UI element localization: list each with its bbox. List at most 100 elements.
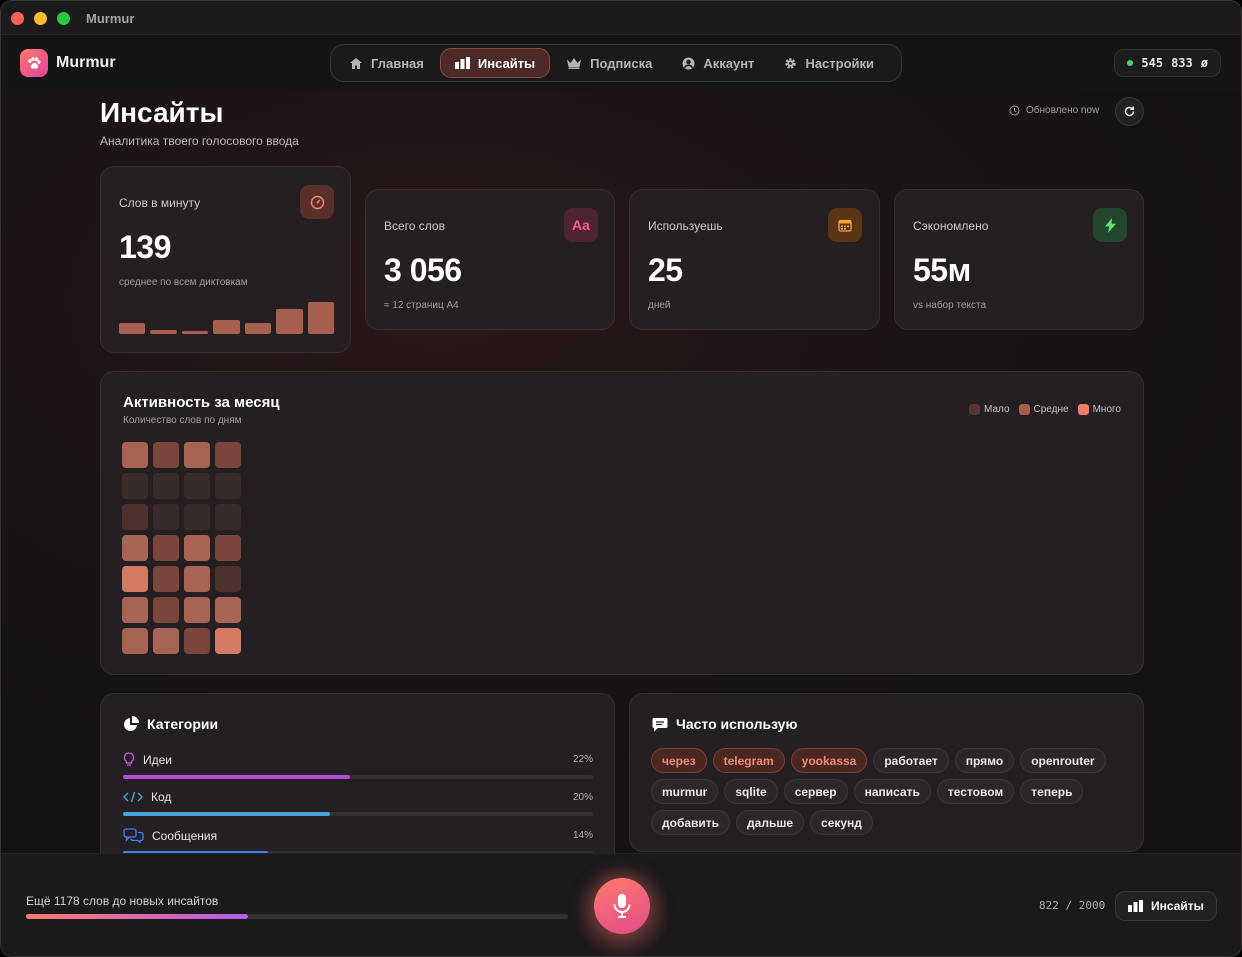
zoom-window-button[interactable] xyxy=(57,12,70,25)
updated-text: Обновлено now xyxy=(1026,105,1100,116)
activity-card: Активность за месяц Количество слов по д… xyxy=(100,371,1144,675)
word-tag[interactable]: теперь xyxy=(1020,779,1084,804)
heatmap-cell[interactable] xyxy=(122,628,148,654)
stat-value: 55м xyxy=(913,252,971,288)
heatmap-cell[interactable] xyxy=(215,566,241,592)
top-navigation: Murmur Главная Инсайты Подписка Аккаунт … xyxy=(1,35,1241,91)
minimize-window-button[interactable] xyxy=(34,12,47,25)
close-window-button[interactable] xyxy=(11,12,24,25)
word-tag[interactable]: sqlite xyxy=(724,779,778,804)
nav-label: Подписка xyxy=(590,55,653,71)
page-title: Инсайты xyxy=(100,97,224,128)
heatmap-cell[interactable] xyxy=(153,504,179,530)
word-counter[interactable]: 545 833 ø xyxy=(1114,49,1221,77)
refresh-button[interactable] xyxy=(1115,97,1144,126)
nav-item-account[interactable]: Аккаунт xyxy=(668,48,768,78)
heatmap-cell[interactable] xyxy=(122,504,148,530)
heatmap-cell[interactable] xyxy=(184,504,210,530)
stat-note: vs набор текста xyxy=(913,300,987,311)
insights-button[interactable]: Инсайты xyxy=(1115,891,1217,921)
bottom-bar: Ещё 1178 слов до новых инсайтов 822 / 20… xyxy=(1,853,1241,956)
bar-chart-icon xyxy=(454,57,470,69)
heatmap-cell[interactable] xyxy=(184,597,210,623)
nav-item-home[interactable]: Главная xyxy=(335,48,438,78)
word-tag[interactable]: работает xyxy=(873,748,949,773)
word-tag[interactable]: yookassa xyxy=(790,748,868,773)
word-tag[interactable]: добавить xyxy=(651,810,731,835)
record-mic-button[interactable] xyxy=(594,878,650,934)
heatmap-cell[interactable] xyxy=(153,473,179,499)
heatmap-cell[interactable] xyxy=(215,535,241,561)
heatmap-cell[interactable] xyxy=(122,597,148,623)
category-bar xyxy=(123,775,593,779)
word-tag[interactable]: написать xyxy=(853,779,931,804)
nav-item-subscription[interactable]: Подписка xyxy=(552,48,666,78)
user-circle-icon xyxy=(682,57,695,69)
word-tag[interactable]: openrouter xyxy=(1020,748,1106,773)
speedometer-icon xyxy=(300,185,334,219)
word-tag[interactable]: дальше xyxy=(736,810,805,835)
heatmap-cell[interactable] xyxy=(184,628,210,654)
stat-value: 3 056 xyxy=(384,252,462,288)
legend-item-low: Мало xyxy=(969,404,1010,415)
heatmap-cell[interactable] xyxy=(184,473,210,499)
app-window: Murmur Murmur Главная Инсайты Подписка А… xyxy=(0,0,1242,957)
activity-title: Активность за месяц xyxy=(123,394,280,411)
word-tag[interactable]: сервер xyxy=(783,779,848,804)
paw-logo-icon xyxy=(20,49,48,77)
heatmap-cell[interactable] xyxy=(122,566,148,592)
heatmap-cell[interactable] xyxy=(153,628,179,654)
stat-card-saved: Сэкономлено 55м vs набор текста xyxy=(894,189,1144,330)
legend-swatch xyxy=(969,404,981,415)
category-name: Код xyxy=(151,790,172,804)
heatmap-cell[interactable] xyxy=(184,566,210,592)
heatmap-cell[interactable] xyxy=(215,473,241,499)
heatmap-cell[interactable] xyxy=(153,597,179,623)
heatmap-cell[interactable] xyxy=(122,473,148,499)
category-row-code[interactable]: Код 20% xyxy=(123,790,593,816)
insights-progress-text: Ещё 1178 слов до новых инсайтов xyxy=(26,894,219,908)
heatmap-cell[interactable] xyxy=(153,535,179,561)
heatmap-cell[interactable] xyxy=(153,442,179,468)
heatmap-cell[interactable] xyxy=(215,504,241,530)
category-percent: 14% xyxy=(572,830,593,841)
stat-note: дней xyxy=(648,300,671,311)
counter-symbol: ø xyxy=(1200,56,1208,70)
heatmap-cell[interactable] xyxy=(184,535,210,561)
word-tag[interactable]: прямо xyxy=(954,748,1015,773)
category-name: Сообщения xyxy=(152,828,218,843)
counter-right: 833 xyxy=(1171,56,1193,70)
nav-item-insights[interactable]: Инсайты xyxy=(439,48,551,78)
word-tag[interactable]: telegram xyxy=(712,748,785,773)
word-tag[interactable]: тестовом xyxy=(936,779,1015,804)
category-row-ideas[interactable]: Идеи 22% xyxy=(123,752,593,779)
window-title: Murmur xyxy=(86,11,135,26)
nav-label: Аккаунт xyxy=(703,55,755,71)
heatmap-cell[interactable] xyxy=(184,442,210,468)
nav-item-settings[interactable]: Настройки xyxy=(770,48,888,78)
stat-card-days: Используешь 25 дней xyxy=(629,189,880,330)
heatmap-cell[interactable] xyxy=(215,442,241,468)
crown-icon xyxy=(567,58,582,69)
heatmap-cell[interactable] xyxy=(122,535,148,561)
legend-label: Много xyxy=(1092,404,1121,415)
chat-bubbles-icon xyxy=(123,828,144,843)
word-tag[interactable]: секунд xyxy=(810,810,873,835)
heatmap-cell[interactable] xyxy=(215,628,241,654)
brand[interactable]: Murmur xyxy=(20,49,116,77)
word-tag[interactable]: murmur xyxy=(651,779,719,804)
brand-name: Murmur xyxy=(56,54,116,71)
pie-chart-icon xyxy=(124,716,139,731)
word-tag[interactable]: через xyxy=(651,748,707,773)
heatmap-cell[interactable] xyxy=(215,597,241,623)
refresh-icon xyxy=(1124,106,1135,117)
stat-value: 25 xyxy=(648,252,683,288)
legend-swatch xyxy=(1018,404,1030,415)
heatmap-cell[interactable] xyxy=(153,566,179,592)
frequent-title: Часто использую xyxy=(676,716,798,732)
category-row-messages[interactable]: Сообщения 14% xyxy=(123,828,593,855)
heatmap-cell[interactable] xyxy=(122,442,148,468)
insights-progress-bar xyxy=(26,914,568,919)
stat-card-total-words: Всего слов 3 056 ≈ 12 страниц A4 Aa xyxy=(365,189,615,330)
stat-note: ≈ 12 страниц A4 xyxy=(384,300,459,311)
